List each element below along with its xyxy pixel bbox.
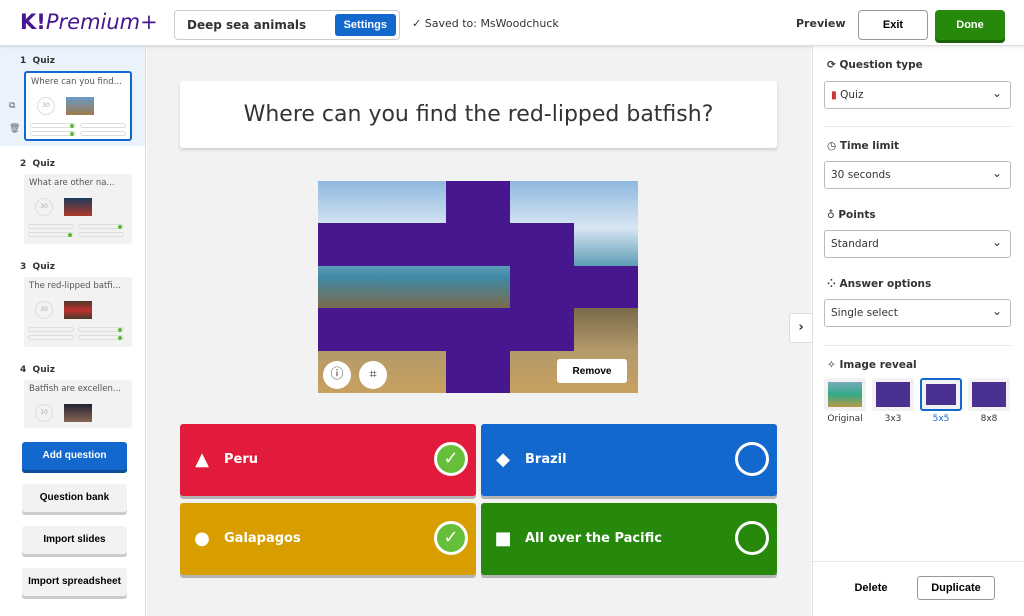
slide-item[interactable]: 2 Quiz What are other na... 30	[0, 149, 145, 249]
correct-toggle[interactable]	[735, 442, 769, 476]
duplicate-button[interactable]: Duplicate	[917, 576, 995, 600]
reveal-8x8[interactable]	[968, 378, 1010, 411]
question-title[interactable]: Where can you find the red-lipped batfis…	[180, 81, 777, 148]
saved-status: ✓ Saved to: MsWoodchuck	[412, 17, 559, 30]
info-icon[interactable]: ⓘ	[323, 361, 351, 389]
question-image[interactable]: ⓘ ⌗ Remove	[318, 181, 638, 393]
crop-icon[interactable]: ⌗	[359, 361, 387, 389]
reveal-original[interactable]	[824, 378, 866, 411]
question-bank-button[interactable]: Question bank	[22, 484, 127, 512]
answer-options-label: ⁘ Answer options	[827, 278, 932, 290]
correct-toggle[interactable]: ✓	[434, 521, 468, 555]
reveal-3x3[interactable]	[872, 378, 914, 411]
remove-image-button[interactable]: Remove	[557, 359, 627, 383]
correct-toggle[interactable]: ✓	[434, 442, 468, 476]
points-select[interactable]: Standard ⌄	[824, 230, 1011, 258]
time-limit-select[interactable]: 30 seconds ⌄	[824, 161, 1011, 189]
image-reveal-label: ✧ Image reveal	[827, 359, 917, 371]
add-question-button[interactable]: Add question	[22, 442, 127, 470]
settings-button[interactable]: Settings	[334, 14, 396, 36]
answer-2[interactable]: ◆ Brazil	[481, 424, 777, 496]
correct-toggle[interactable]	[735, 521, 769, 555]
delete-button[interactable]: Delete	[843, 576, 899, 600]
circle-icon: ●	[194, 528, 210, 549]
answer-options-select[interactable]: Single select ⌄	[824, 299, 1011, 327]
time-limit-label: ◷ Time limit	[827, 140, 900, 152]
trash-icon[interactable]: 🗑	[9, 124, 20, 134]
collapse-panel-button[interactable]: ›	[789, 313, 813, 343]
answer-4[interactable]: ■ All over the Pacific	[481, 503, 777, 575]
question-type-label: ⟳ Question type	[827, 59, 923, 71]
kahoot-title[interactable]: Deep sea animals	[187, 18, 306, 32]
title-field[interactable]: Deep sea animals Settings	[174, 10, 400, 40]
chevron-down-icon: ⌄	[991, 304, 1002, 318]
chevron-down-icon: ⌄	[991, 86, 1002, 100]
slide-item[interactable]: 4 Quiz Batfish are excellen... 10	[0, 355, 145, 435]
editor-canvas: Where can you find the red-lipped batfis…	[147, 46, 811, 616]
answer-3[interactable]: ● Galapagos ✓	[180, 503, 476, 575]
reveal-5x5[interactable]	[920, 378, 962, 411]
square-icon: ■	[494, 528, 512, 549]
triangle-icon: ▲	[195, 449, 209, 470]
done-button[interactable]: Done	[935, 10, 1005, 40]
slide-item[interactable]: 1 Quiz ⧉ 🗑 Where can you find... 30	[0, 46, 145, 146]
answer-1[interactable]: ▲ Peru ✓	[180, 424, 476, 496]
check-icon: ✓	[412, 17, 425, 30]
slide-sidebar: 1 Quiz ⧉ 🗑 Where can you find... 30 2 Qui…	[0, 46, 146, 616]
preview-button[interactable]: Preview	[796, 17, 846, 30]
import-slides-button[interactable]: Import slides	[22, 526, 127, 554]
chevron-down-icon: ⌄	[991, 166, 1002, 180]
points-label: ♁ Points	[827, 209, 876, 221]
slide-item[interactable]: 3 Quiz The red-lipped batfi... 30	[0, 252, 145, 352]
question-type-select[interactable]: ▮ Quiz ⌄	[824, 81, 1011, 109]
import-spreadsheet-button[interactable]: Import spreadsheet	[22, 568, 127, 596]
top-bar: K!Premium+ Deep sea animals Settings ✓ S…	[0, 0, 1024, 46]
diamond-icon: ◆	[496, 449, 510, 470]
exit-button[interactable]: Exit	[858, 10, 928, 40]
settings-panel: ⟳ Question type ▮ Quiz ⌄ ◷ Time limit 30 …	[812, 46, 1024, 616]
thumbnail	[66, 97, 94, 115]
duplicate-icon[interactable]: ⧉	[9, 101, 15, 111]
kahoot-logo: K!Premium+	[20, 10, 158, 34]
chevron-down-icon: ⌄	[991, 235, 1002, 249]
